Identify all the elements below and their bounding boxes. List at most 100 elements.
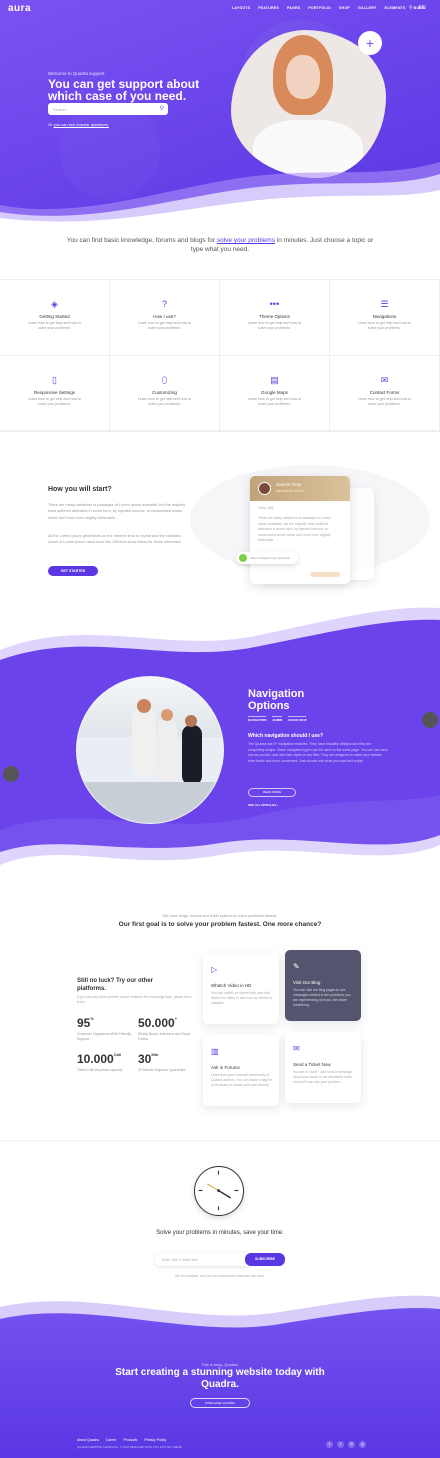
- feature-card[interactable]: ⬯ Customizing Learn how to get help and ho…: [110, 356, 220, 432]
- get-started-button[interactable]: GET STARTED: [48, 566, 98, 576]
- feature-card[interactable]: ▯ Responsive Settings Learn how to get hel…: [0, 356, 110, 432]
- footer-link-privacy[interactable]: Privacy Policy: [144, 1438, 166, 1442]
- stat-label: Customer Happiness With Friendly Support: [77, 1032, 132, 1041]
- social-links: f t in g: [326, 1441, 366, 1448]
- twitter-icon[interactable]: t: [337, 1441, 344, 1448]
- feature-title: Customizing: [152, 390, 177, 395]
- book-icon: ▥: [211, 1047, 219, 1056]
- luck-desc: If you have any other problem doesn't fe…: [77, 995, 192, 1004]
- team-photo: [76, 676, 224, 824]
- stat-label: 20 Minute response guarantee.: [138, 1068, 187, 1072]
- subscribe-title: Solve your problems in minutes, save you…: [156, 1230, 284, 1236]
- meta-author[interactable]: ADMIN: [272, 716, 283, 722]
- platform-tile[interactable]: ▷ Whatch Video in HD You can install our t…: [203, 953, 279, 1024]
- how-start-paragraph-2: All the Lorem Ipsum generators on the In…: [48, 534, 182, 545]
- tile-title: Ask in Forums: [211, 1065, 240, 1070]
- feature-desc: Learn how to get help and how to solve y…: [247, 321, 302, 330]
- meta-date: 29 NOV 2018: [288, 716, 307, 722]
- feature-card[interactable]: ? How I use? Learn how to get help and how…: [110, 280, 220, 356]
- purchase-button[interactable]: PURCHASE QUADRA: [190, 1398, 250, 1408]
- footer-links: About Quadra Career Products Privacy Pol…: [77, 1438, 166, 1442]
- feature-card[interactable]: ▤ Google Maps Learn how to get help and ho…: [220, 356, 330, 432]
- intro-text: You can find basic knowledge, forums and…: [60, 236, 380, 254]
- plus-button[interactable]: +: [358, 31, 382, 55]
- support-card: Jasmin Grey Installing the theme Hello, …: [250, 476, 350, 584]
- footer-link-career[interactable]: Career: [106, 1438, 117, 1442]
- envelope-icon: ✉: [380, 375, 389, 385]
- feature-desc: Learn how to get help and how to solve y…: [137, 321, 192, 330]
- stat-value: 95: [77, 1016, 91, 1030]
- stat-label: Ready Books followers and Super Forms: [138, 1032, 191, 1041]
- copyright: QUADRA WEBSITE TEMPLATE - © 2018 DESIGNE…: [77, 1445, 182, 1449]
- check-icon: [239, 554, 247, 562]
- email-field[interactable]: Enter Your E-Mail Here: [155, 1253, 250, 1266]
- tile-desc: You can install our theme with one click…: [211, 991, 273, 1005]
- stat-unit: Call: [113, 1052, 122, 1057]
- luck-title: Still no luck? Try our other platforms.: [77, 978, 154, 992]
- feature-card[interactable]: ☰ Navigations Learn how to get help and ho…: [330, 280, 440, 356]
- features-grid: ◈ Getting Started Learn how to get help an…: [0, 279, 440, 432]
- feature-card[interactable]: ✉ Contact Forms Learn how to get help and …: [330, 356, 440, 432]
- how-start-title: How you will start?: [48, 486, 112, 493]
- subscribe-button[interactable]: SUBSCRIBE: [245, 1253, 285, 1266]
- mouse-icon: ⬯: [161, 375, 168, 385]
- footer-link-about[interactable]: About Quadra: [77, 1438, 99, 1442]
- how-start-paragraph-1: There are many variations of passages of…: [48, 503, 186, 520]
- platform-tile[interactable]: ✎ Visit Our Blog You can visit our blog pa…: [285, 950, 361, 1021]
- reply-notification[interactable]: Jasmin Replied Your Question: [236, 552, 298, 564]
- article-meta: NAVIGATION ADMIN 29 NOV 2018: [248, 716, 307, 722]
- next-thumbnail[interactable]: [422, 712, 438, 728]
- card-reply-bar: [310, 572, 340, 577]
- stats-title: Our first goal is to solve your problem …: [118, 921, 322, 928]
- feature-card[interactable]: ◈ Getting Started Learn how to get help an…: [0, 280, 110, 356]
- page: aura LAYOUTS FEATURES PAGES PORTFOLIO SH…: [0, 0, 440, 1458]
- card-name: Jasmin Grey: [276, 482, 302, 487]
- stat-value: 10.000: [77, 1052, 114, 1066]
- feature-desc: Learn how to get help and how to solve y…: [27, 397, 82, 406]
- navigation-question: Which navigation should I use?: [248, 733, 324, 739]
- stat-unit: +: [174, 1016, 178, 1021]
- solve-problems-link[interactable]: solve your problems: [217, 237, 275, 244]
- card-greeting: Hello, Jeff,: [258, 506, 274, 510]
- divider: [0, 1140, 440, 1142]
- subscribe-note: We do not spam, and you can unsubscribe …: [175, 1274, 265, 1278]
- footer-link-products[interactable]: Products: [124, 1438, 138, 1442]
- stat-number: 50.000+: [138, 1016, 177, 1030]
- list-icon: ☰: [380, 299, 389, 309]
- platform-tile[interactable]: ✉ Send a Ticket Now You are in stuck? Just…: [285, 1032, 361, 1103]
- google-icon[interactable]: g: [359, 1441, 366, 1448]
- see-all-articles-link[interactable]: SEE ALL ARTICLES ›: [248, 803, 278, 807]
- edit-icon: ✎: [293, 962, 300, 971]
- stat-number: 30Min: [138, 1052, 158, 1066]
- hero-wave: [0, 162, 440, 225]
- map-icon: ▤: [270, 375, 279, 385]
- linkedin-icon[interactable]: in: [348, 1441, 355, 1448]
- tile-title: Visit Our Blog: [293, 980, 321, 985]
- dots-icon: •••: [269, 299, 280, 309]
- platform-tile[interactable]: ▥ Ask in Forums Learn from your relevant c…: [203, 1035, 279, 1106]
- navigation-body: The Quadra has 9+ navigation modules. Th…: [248, 742, 388, 763]
- clock-icon: [194, 1166, 244, 1216]
- stat-unit: %: [90, 1016, 94, 1021]
- question-icon: ?: [161, 299, 167, 309]
- tile-desc: You can visit our blog pages to see mess…: [293, 988, 351, 1007]
- prev-thumbnail[interactable]: [3, 766, 19, 782]
- feature-card[interactable]: ••• Theme Options Learn how to get help an…: [220, 280, 330, 356]
- feature-title: Responsive Settings: [33, 390, 76, 395]
- feature-desc: Learn how to get help and how to solve y…: [137, 397, 192, 406]
- card-body: There are many variations of passages of…: [258, 516, 331, 543]
- facebook-icon[interactable]: f: [326, 1441, 333, 1448]
- meta-category[interactable]: NAVIGATION: [248, 716, 267, 722]
- feature-title: Google Maps: [261, 390, 288, 395]
- notification-text: Jasmin Replied Your Question: [250, 556, 291, 560]
- tile-title: Whatch Video in HD: [211, 983, 252, 988]
- mobile-icon: ▯: [52, 375, 57, 385]
- stat-number: 95%: [77, 1016, 94, 1030]
- read-more-button[interactable]: READ MORE: [248, 788, 296, 797]
- footer-title: Start creating a stunning website today …: [115, 1367, 325, 1390]
- tile-title: Send a Ticket Now: [293, 1062, 331, 1067]
- intro-pre: You can find basic knowledge, forums and…: [66, 237, 217, 244]
- navigation-options-title: Navigation Options: [248, 688, 305, 712]
- feature-title: How I use?: [153, 314, 176, 319]
- hero-section: aura LAYOUTS FEATURES PAGES PORTFOLIO SH…: [0, 0, 440, 225]
